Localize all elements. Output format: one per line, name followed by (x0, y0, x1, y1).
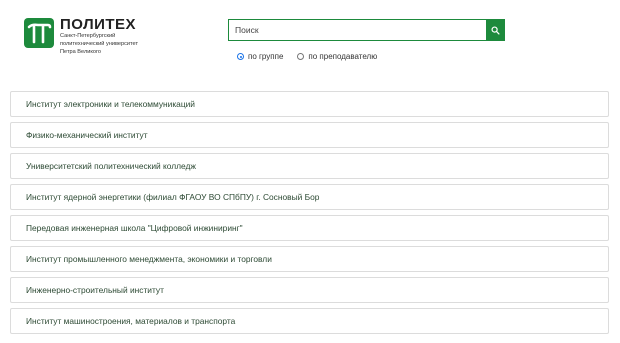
list-item[interactable]: Передовая инженерная школа "Цифровой инж… (10, 215, 609, 241)
list-item-label: Институт ядерной энергетики (филиал ФГАО… (26, 192, 320, 202)
logo-subtitle-line-2: политехнический университет (60, 40, 139, 47)
list-item-label: Инженерно-строительный институт (26, 285, 164, 295)
list-item-label: Институт машиностроения, материалов и тр… (26, 316, 236, 326)
polytech-logo-icon (24, 18, 54, 48)
list-item-label: Институт электроники и телекоммуникаций (26, 99, 195, 109)
list-item[interactable]: Институт электроники и телекоммуникаций (10, 91, 609, 117)
list-item[interactable]: Институт машиностроения, материалов и тр… (10, 308, 609, 334)
list-item[interactable]: Университетский политехнический колледж (10, 153, 609, 179)
logo-text: ПОЛИТЕХ Санкт-Петербургский политехничес… (60, 16, 139, 55)
list-item-label: Передовая инженерная школа "Цифровой инж… (26, 223, 243, 233)
search-mode-filter: по группе по преподавателю (237, 52, 391, 61)
radio-by-group[interactable]: по группе (237, 52, 283, 61)
header: ПОЛИТЕХ Санкт-Петербургский политехничес… (0, 0, 620, 84)
search-input[interactable] (228, 19, 486, 41)
list-item[interactable]: Физико-механический институт (10, 122, 609, 148)
logo-title: ПОЛИТЕХ (60, 16, 137, 33)
logo-subtitle-line-3: Петра Великого (60, 48, 101, 55)
logo-subtitle-line-1: Санкт-Петербургский (60, 33, 116, 39)
radio-label-by-teacher: по преподавателю (308, 52, 378, 61)
search-icon (491, 25, 500, 35)
search-button[interactable] (486, 19, 505, 41)
radio-button[interactable] (297, 53, 305, 60)
list-item[interactable]: Институт промышленного менеджмента, экон… (10, 246, 609, 272)
logo[interactable]: ПОЛИТЕХ Санкт-Петербургский политехничес… (24, 16, 139, 55)
radio-label-by-group: по группе (248, 52, 284, 61)
list-item-label: Физико-механический институт (26, 130, 148, 140)
list-item-label: Университетский политехнический колледж (26, 161, 196, 171)
radio-by-teacher[interactable]: по преподавателю (297, 52, 377, 61)
search-bar (228, 19, 505, 41)
institute-list: Институт электроники и телекоммуникаций … (10, 91, 609, 339)
list-item[interactable]: Инженерно-строительный институт (10, 277, 609, 303)
list-item-label: Институт промышленного менеджмента, экон… (26, 254, 272, 264)
radio-button-checked[interactable] (237, 53, 244, 60)
list-item[interactable]: Институт ядерной энергетики (филиал ФГАО… (10, 184, 609, 210)
